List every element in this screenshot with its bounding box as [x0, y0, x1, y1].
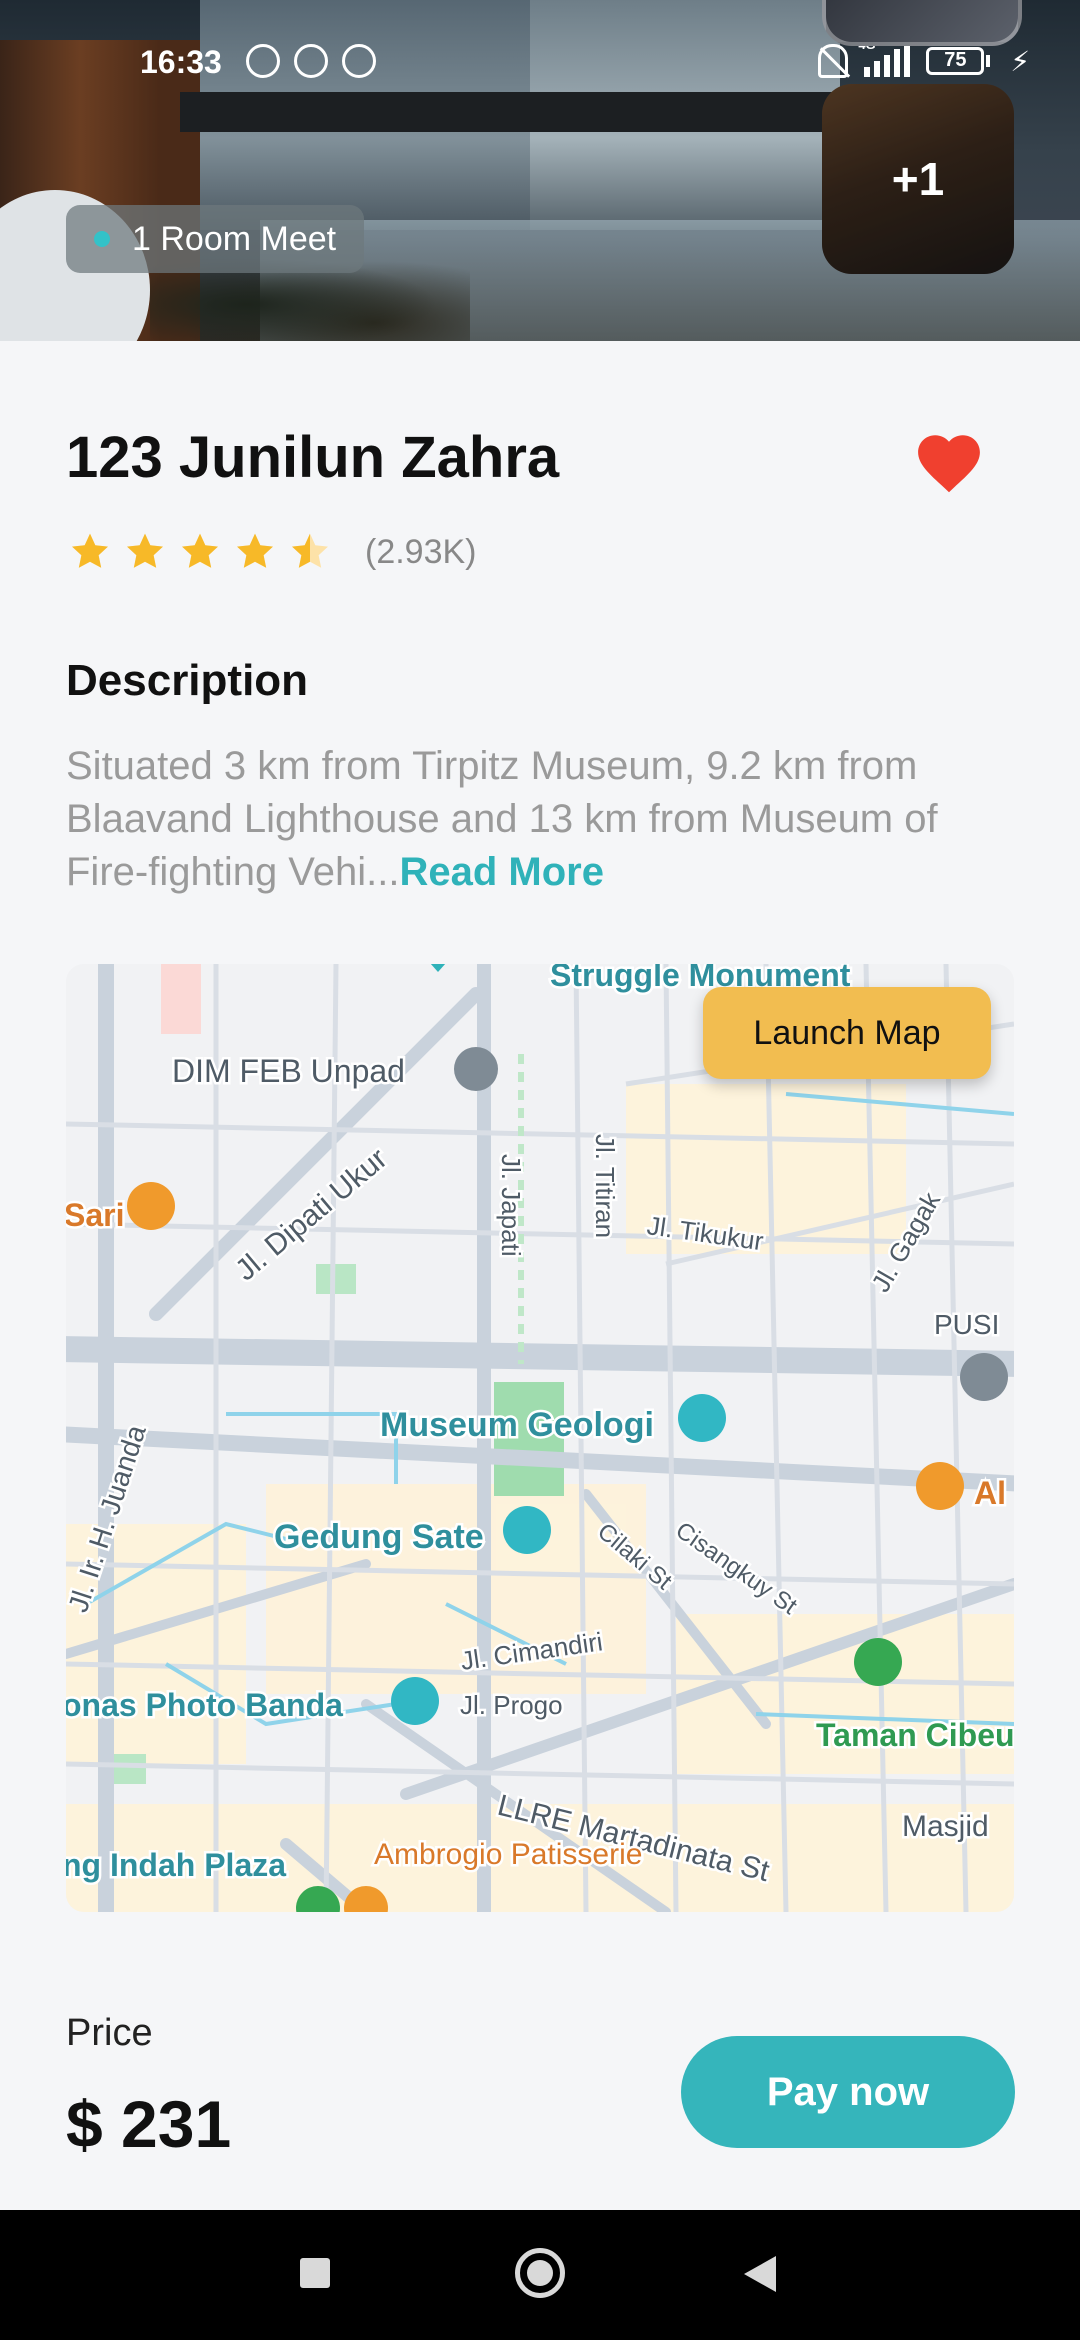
map-label: Taman Cibeunying: [816, 1717, 1014, 1753]
sync-icon: [246, 44, 280, 78]
description: Situated 3 km from Tirpitz Museum, 9.2 k…: [66, 740, 1026, 899]
more-photos-thumbnail[interactable]: +1: [822, 84, 1014, 274]
star-icon: [182, 533, 218, 568]
room-chip: 1 Room Meet: [66, 205, 365, 273]
battery-icon: 75: [926, 47, 991, 75]
read-more-link[interactable]: Read More: [400, 850, 605, 894]
status-time: 16:33: [140, 44, 222, 80]
battery-body: 75: [926, 47, 985, 75]
rating-count: (2.93K): [365, 532, 477, 571]
signal-icon: 4G: [858, 37, 911, 77]
charging-icon: ⚡: [1010, 45, 1030, 77]
photo-thumbnail[interactable]: [822, 0, 1022, 46]
description-heading: Description: [66, 656, 309, 705]
home-icon[interactable]: [515, 2248, 565, 2298]
sync-icon: [294, 44, 328, 78]
map-label: DIM FEB Unpad: [172, 1053, 405, 1089]
rating: (2.93K): [68, 530, 477, 574]
map-label: Jl. Japati: [496, 1154, 526, 1257]
map-label: Gedung Sate: [274, 1518, 484, 1556]
map-label: Jl. Titiran: [590, 1134, 620, 1238]
recents-icon[interactable]: [300, 2258, 330, 2288]
launch-map-button[interactable]: Launch Map: [703, 987, 991, 1079]
map-label: Al: [974, 1475, 1006, 1511]
star-icon: [72, 533, 108, 568]
price-value: $ 231: [66, 2087, 232, 2161]
map-label: PUSI: [934, 1309, 999, 1340]
battery-tip: [986, 55, 991, 67]
map-label: ng Indah Plaza: [66, 1847, 286, 1883]
listing-title: 123 Junilun Zahra: [66, 425, 560, 490]
star-icon: [292, 533, 328, 568]
room-chip-label: 1 Room Meet: [132, 219, 337, 258]
status-icons-right: 4G 75 ⚡: [818, 37, 1030, 78]
map-label: Masjid: [902, 1810, 989, 1843]
rating-stars: [68, 530, 343, 574]
favorite-heart-icon[interactable]: [912, 428, 986, 494]
location-map[interactable]: Struggle Monument DIM FEB Unpad Sari Jl.…: [66, 964, 1014, 1912]
star-icon: [237, 533, 273, 568]
more-photos-count: +1: [891, 153, 945, 205]
pay-now-button[interactable]: Pay now: [681, 2036, 1015, 2148]
price-label: Price: [66, 2012, 153, 2054]
back-icon[interactable]: [744, 2256, 776, 2292]
battery-level: 75: [944, 49, 967, 71]
map-canvas: Struggle Monument DIM FEB Unpad Sari Jl.…: [66, 964, 1014, 1912]
system-nav-bar: [0, 2210, 1080, 2340]
map-label: Jl. Progo: [460, 1690, 563, 1720]
bell-off-icon: [818, 44, 849, 78]
map-label: Ambrogio Patisserie: [374, 1838, 642, 1871]
map-label: Museum Geologi: [380, 1406, 654, 1444]
alarm-icon: [342, 44, 376, 78]
screen: 16:33 4G 75 ⚡ 1 Room Meet: [0, 0, 1080, 2340]
star-icon: [127, 533, 163, 568]
map-label: Sari: [66, 1197, 124, 1233]
status-icons-left: [246, 44, 376, 78]
room-chip-dot: [94, 231, 110, 247]
map-label: onas Photo Banda: [66, 1687, 343, 1723]
